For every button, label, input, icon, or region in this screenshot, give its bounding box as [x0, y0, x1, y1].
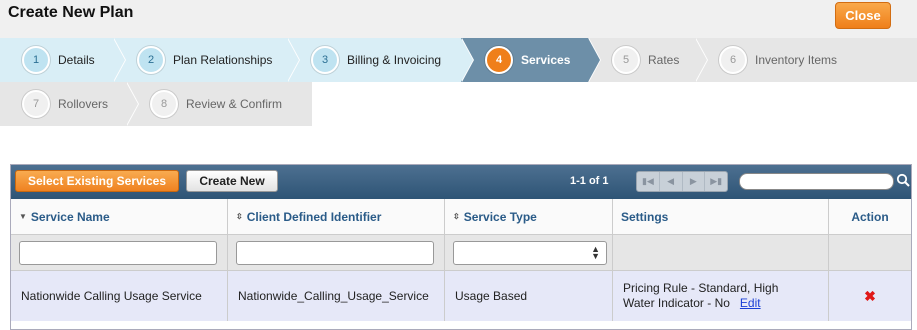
- step-plan-relationships[interactable]: 2 Plan Relationships: [113, 38, 300, 82]
- step-billing-invoicing[interactable]: 3 Billing & Invoicing: [287, 38, 474, 82]
- step-number: 6: [719, 46, 747, 74]
- grid-search-input[interactable]: [739, 173, 894, 190]
- col-service-type[interactable]: ⇳ Service Type: [445, 199, 613, 234]
- step-rates[interactable]: 5 Rates: [588, 38, 708, 82]
- step-number: 1: [22, 46, 50, 74]
- step-number: 5: [612, 46, 640, 74]
- create-new-button[interactable]: Create New: [186, 170, 278, 192]
- col-label: Settings: [621, 209, 669, 224]
- step-label: Plan Relationships: [173, 53, 273, 67]
- col-action: Action: [829, 199, 911, 234]
- step-number: 8: [150, 90, 178, 118]
- col-label: Client Defined Identifier: [246, 209, 382, 224]
- sort-icon: ⇳: [453, 212, 460, 221]
- first-page-icon[interactable]: ▮◀: [637, 172, 660, 191]
- header-bar: Create New Plan Close: [0, 0, 917, 38]
- settings-line-2: Water Indicator - No: [623, 296, 730, 310]
- pager-count: 1-1 of 1: [570, 175, 609, 187]
- select-existing-services-button[interactable]: Select Existing Services: [15, 170, 179, 192]
- step-label: Inventory Items: [755, 53, 838, 67]
- filter-row: ▲ ▼: [11, 235, 911, 271]
- wizard-row-1: 1 Details 2 Plan Relationships 3 Billing…: [0, 38, 917, 82]
- next-page-icon[interactable]: ▶: [683, 172, 706, 191]
- select-arrows-icon: ▲ ▼: [591, 243, 600, 261]
- col-label: Service Name: [30, 209, 110, 224]
- delete-icon[interactable]: ✖: [864, 288, 876, 305]
- step-label: Rollovers: [58, 97, 109, 111]
- wizard-steps: 1 Details 2 Plan Relationships 3 Billing…: [0, 38, 917, 126]
- sort-icon: ⇳: [236, 212, 243, 221]
- service-type-cell: Usage Based: [445, 271, 613, 321]
- col-label: Service Type: [463, 209, 537, 224]
- service-name-cell: Nationwide Calling Usage Service: [11, 271, 228, 321]
- step-label: Rates: [648, 53, 680, 67]
- prev-page-icon[interactable]: ◀: [660, 172, 683, 191]
- step-number: 4: [485, 46, 513, 74]
- pager-controls: ▮◀ ◀ ▶ ▶▮: [636, 171, 728, 192]
- action-cell: ✖: [829, 271, 911, 321]
- col-client-identifier[interactable]: ⇳ Client Defined Identifier: [228, 199, 445, 234]
- step-label: Review & Confirm: [186, 97, 283, 111]
- step-number: 7: [22, 90, 50, 118]
- wizard-row-2: 7 Rollovers 8 Review & Confirm: [0, 82, 312, 126]
- table-header: ▼ Service Name ⇳ Client Defined Identifier…: [11, 199, 911, 235]
- step-review-confirm[interactable]: 8 Review & Confirm: [126, 82, 312, 126]
- edit-link[interactable]: Edit: [740, 296, 761, 310]
- step-label: Services: [521, 53, 571, 67]
- search-icon[interactable]: [896, 173, 910, 187]
- col-label: Action: [851, 209, 889, 224]
- service-type-filter-select[interactable]: ▲ ▼: [453, 240, 607, 265]
- step-label: Details: [58, 53, 95, 67]
- step-number: 3: [311, 46, 339, 74]
- step-rollovers[interactable]: 7 Rollovers: [0, 82, 139, 126]
- service-name-filter[interactable]: [19, 240, 217, 265]
- table-row: Nationwide Calling Usage Service Nationw…: [11, 271, 911, 321]
- grid-toolbar: Select Existing Services Create New 1-1 …: [11, 165, 911, 199]
- step-details[interactable]: 1 Details: [0, 38, 126, 82]
- settings-cell: Pricing Rule - Standard, High Water Indi…: [613, 271, 829, 321]
- services-grid: Select Existing Services Create New 1-1 …: [10, 164, 912, 330]
- col-settings: Settings: [613, 199, 829, 234]
- last-page-icon[interactable]: ▶▮: [705, 172, 727, 191]
- settings-line-1: Pricing Rule - Standard, High: [623, 281, 779, 295]
- col-service-name[interactable]: ▼ Service Name: [11, 199, 228, 234]
- step-number: 2: [137, 46, 165, 74]
- client-identifier-filter[interactable]: [236, 240, 434, 265]
- sort-desc-icon: ▼: [19, 212, 27, 221]
- close-button[interactable]: Close: [835, 2, 891, 29]
- step-inventory-items[interactable]: 6 Inventory Items: [695, 38, 917, 82]
- client-identifier-cell: Nationwide_Calling_Usage_Service: [228, 271, 445, 321]
- page-title: Create New Plan: [8, 4, 134, 21]
- step-services[interactable]: 4 Services: [461, 38, 601, 82]
- step-label: Billing & Invoicing: [347, 53, 442, 67]
